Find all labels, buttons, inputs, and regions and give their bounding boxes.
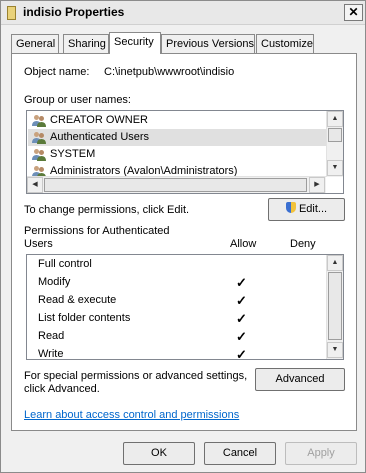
group-list[interactable]: CREATOR OWNER Authenticated Users SYSTEM Ad…	[26, 110, 344, 194]
allow-check-icon: ✓	[236, 293, 247, 308]
tab-previous-versions[interactable]: Previous Versions	[161, 34, 255, 53]
object-name-label: Object name:	[24, 66, 90, 78]
tab-customize[interactable]: Customize	[256, 34, 314, 53]
tab-general[interactable]: General	[11, 34, 59, 53]
edit-button[interactable]: Edit...	[268, 198, 345, 221]
change-permissions-text: To change permissions, click Edit.	[24, 204, 190, 216]
group-list-item[interactable]: SYSTEM	[28, 146, 326, 163]
object-name-value[interactable]: C:\inetpub\wwwroot\indisio	[104, 66, 234, 78]
group-list-item-label: SYSTEM	[50, 148, 96, 160]
ok-button[interactable]: OK	[123, 442, 195, 465]
permissions-list: Full control Modify ✓ Read & execute ✓ List f…	[26, 254, 344, 360]
permission-name: Read & execute	[38, 294, 117, 306]
perm-scroll-down-arrow-icon[interactable]: ▼	[327, 342, 343, 358]
window-title: indisio Properties	[23, 5, 125, 19]
properties-dialog: indisio Properties ✕ General Sharing Sec…	[0, 0, 366, 473]
group-list-item[interactable]: CREATOR OWNER	[28, 112, 326, 129]
permissions-label-line2: Users	[24, 238, 53, 250]
shield-icon	[285, 202, 296, 213]
security-panel: Object name: C:\inetpub\wwwroot\indisio …	[11, 53, 357, 431]
cancel-button[interactable]: Cancel	[204, 442, 276, 465]
folder-icon	[7, 6, 16, 20]
permission-row: Modify ✓	[28, 274, 326, 291]
scroll-down-arrow-icon[interactable]: ▼	[327, 160, 343, 176]
group-list-item-label: Authenticated Users	[50, 131, 150, 143]
title-bar[interactable]: indisio Properties ✕	[1, 1, 365, 25]
apply-button[interactable]: Apply	[285, 442, 357, 465]
group-names-label: Group or user names:	[24, 94, 131, 106]
group-list-item-label: CREATOR OWNER	[50, 114, 148, 126]
tab-sharing[interactable]: Sharing	[63, 34, 109, 53]
allow-check-icon: ✓	[236, 329, 247, 344]
permission-name: Read	[38, 330, 65, 342]
perm-scroll-up-arrow-icon[interactable]: ▲	[327, 255, 343, 271]
special-permissions-text-line2: click Advanced.	[24, 383, 100, 395]
allow-header: Allow	[230, 238, 257, 250]
learn-access-control-link[interactable]: Learn about access control and permissio…	[24, 409, 239, 421]
allow-check-icon: ✓	[236, 311, 247, 326]
group-list-vscroll[interactable]: ▲ ▼	[326, 111, 343, 177]
scroll-thumb[interactable]	[328, 128, 342, 142]
tab-security[interactable]: Security	[109, 32, 161, 54]
permission-name: List folder contents	[38, 312, 131, 324]
permission-row: List folder contents ✓	[28, 310, 326, 327]
permission-name: Full control	[38, 258, 92, 270]
user-group-icon	[32, 131, 46, 144]
group-list-item[interactable]: Authenticated Users	[28, 129, 326, 146]
permission-row: Read & execute ✓	[28, 292, 326, 309]
user-group-icon	[32, 114, 46, 127]
hscroll-thumb[interactable]	[44, 178, 307, 192]
scroll-up-arrow-icon[interactable]: ▲	[327, 111, 343, 127]
allow-check-icon: ✓	[236, 347, 247, 360]
permission-row: Full control	[28, 256, 326, 273]
permissions-label-line1: Permissions for Authenticated	[24, 225, 170, 237]
permission-row: Write ✓	[28, 346, 326, 360]
permission-name: Modify	[38, 276, 71, 288]
deny-header: Deny	[290, 238, 316, 250]
permission-row: Read ✓	[28, 328, 326, 345]
permissions-vscroll[interactable]: ▲ ▼	[326, 255, 343, 359]
group-list-hscroll[interactable]: ◀ ▶	[27, 176, 326, 193]
close-button[interactable]: ✕	[344, 4, 363, 21]
permission-name: Write	[38, 348, 64, 360]
advanced-button[interactable]: Advanced	[255, 368, 345, 391]
special-permissions-text-line1: For special permissions or advanced sett…	[24, 370, 248, 382]
allow-check-icon: ✓	[236, 275, 247, 290]
scroll-left-arrow-icon[interactable]: ◀	[27, 177, 43, 193]
perm-scroll-thumb[interactable]	[328, 272, 342, 340]
scroll-right-arrow-icon[interactable]: ▶	[309, 177, 325, 193]
user-group-icon	[32, 148, 46, 161]
